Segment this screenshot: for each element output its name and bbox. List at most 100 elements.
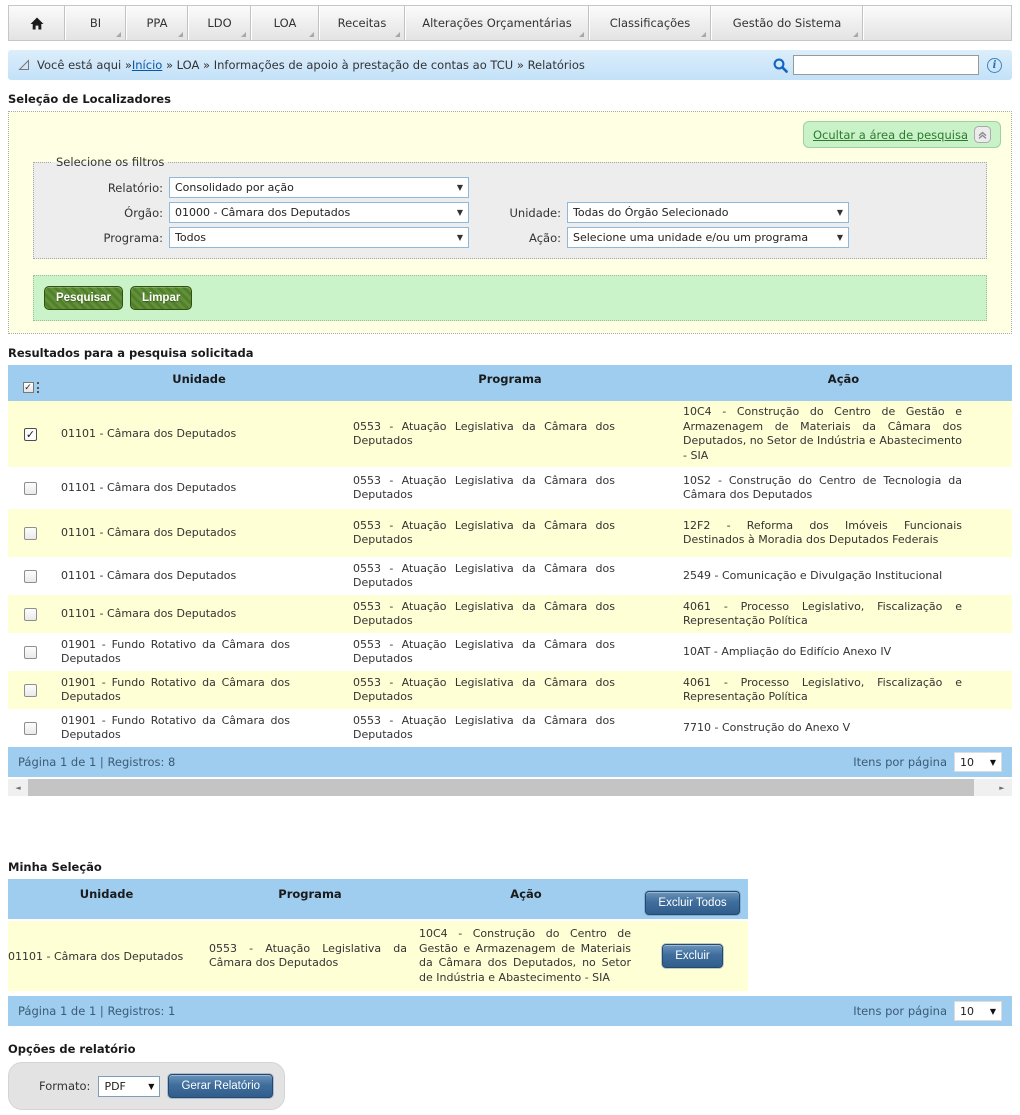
selection-column-unidade: Unidade bbox=[8, 879, 205, 919]
row-checkbox[interactable] bbox=[24, 646, 37, 659]
cell-programa: 0553 - Atuação Legislativa da Câmara dos… bbox=[345, 633, 675, 671]
row-checkbox[interactable] bbox=[24, 608, 37, 621]
selection-table-footer: Página 1 de 1 | Registros: 1 Itens por p… bbox=[8, 996, 1012, 1026]
cell-unidade: 01101 - Câmara dos Deputados bbox=[53, 401, 345, 467]
results-table-header: ✓ Unidade Programa Ação bbox=[8, 365, 1012, 401]
chevron-down-icon: ▼ bbox=[457, 233, 463, 242]
delete-all-button[interactable]: Excluir Todos bbox=[645, 891, 739, 915]
unidade-label: Unidade: bbox=[475, 206, 561, 220]
nav-tab-bi[interactable]: BI bbox=[65, 6, 126, 40]
cell-programa: 0553 - Atuação Legislativa da Câmara dos… bbox=[345, 671, 675, 709]
chevron-down-icon: ▼ bbox=[148, 1082, 154, 1091]
dropdown-corner-icon bbox=[853, 32, 858, 37]
cell-programa: 0553 - Atuação Legislativa da Câmara dos… bbox=[345, 595, 675, 633]
dropdown-corner-icon bbox=[701, 32, 706, 37]
nav-tab-label: Gestão do Sistema bbox=[733, 16, 842, 30]
results-table-footer: Página 1 de 1 | Registros: 8 Itens por p… bbox=[8, 747, 1012, 777]
dropdown-corner-icon bbox=[241, 32, 246, 37]
cell-acao: 7710 - Construção do Anexo V bbox=[675, 709, 1012, 747]
cell-acao: 4061 - Processo Legislativo, Fiscalizaçã… bbox=[675, 595, 1012, 633]
search-button[interactable]: Pesquisar bbox=[44, 286, 123, 310]
nav-tab-gestao-do-sistema[interactable]: Gestão do Sistema bbox=[711, 6, 863, 40]
nav-tab-label: BI bbox=[90, 16, 101, 30]
column-header-programa: Programa bbox=[345, 365, 675, 401]
breadcrumb-prefix: Você está aqui » bbox=[37, 58, 132, 72]
nav-tab-loa[interactable]: LOA bbox=[251, 6, 319, 40]
cell-programa: 0553 - Atuação Legislativa da Câmara dos… bbox=[345, 467, 675, 509]
generate-report-button[interactable]: Gerar Relatório bbox=[168, 1074, 273, 1098]
scroll-left-button[interactable]: ◄ bbox=[8, 779, 28, 796]
row-checkbox[interactable] bbox=[24, 570, 37, 583]
breadcrumb-text: Você está aqui »Início » LOA » Informaçõ… bbox=[37, 58, 585, 72]
format-label: Formato: bbox=[39, 1079, 90, 1093]
nav-tab-label: Receitas bbox=[338, 16, 387, 30]
cell-unidade: 01101 - Câmara dos Deputados bbox=[53, 467, 345, 509]
row-checkbox[interactable]: ✓ bbox=[24, 428, 37, 441]
scroll-right-button[interactable]: ► bbox=[992, 779, 1012, 796]
filters-fieldset: Selecione os filtros Relatório: Consolid… bbox=[33, 155, 987, 259]
table-row: 01901 - Fundo Rotativo da Câmara dos Dep… bbox=[8, 633, 1012, 671]
items-per-page-select[interactable]: 10▼ bbox=[954, 752, 1002, 772]
chevron-up-circle-icon bbox=[974, 126, 991, 143]
scrollbar-thumb[interactable] bbox=[28, 779, 974, 796]
acao-select[interactable]: Selecione uma unidade e/ou um programa▼ bbox=[567, 227, 849, 248]
nav-tab-classificacoes[interactable]: Classificações bbox=[589, 6, 711, 40]
hide-search-area-link[interactable]: Ocultar a área de pesquisa bbox=[813, 128, 968, 142]
results-table: ✓ Unidade Programa Ação ✓ 01101 - Câmara… bbox=[8, 365, 1012, 777]
clear-button[interactable]: Limpar bbox=[130, 286, 192, 310]
filters-grid: Relatório: Consolidado por ação▼ Órgão: … bbox=[46, 177, 974, 248]
hide-search-area-button[interactable]: Ocultar a área de pesquisa bbox=[803, 121, 1001, 148]
quick-search-input[interactable] bbox=[793, 55, 979, 75]
chevron-down-icon: ▼ bbox=[990, 1007, 996, 1016]
selection-items-per-page-select[interactable]: 10▼ bbox=[954, 1001, 1002, 1021]
dropdown-corner-icon bbox=[309, 32, 314, 37]
nav-tab-receitas[interactable]: Receitas bbox=[319, 6, 405, 40]
table-row: 01901 - Fundo Rotativo da Câmara dos Dep… bbox=[8, 671, 1012, 709]
cell-programa: 0553 - Atuação Legislativa da Câmara dos… bbox=[345, 709, 675, 747]
format-select[interactable]: PDF▼ bbox=[98, 1076, 160, 1097]
acao-label: Ação: bbox=[475, 231, 561, 245]
report-options-box: Formato: PDF▼ Gerar Relatório bbox=[8, 1062, 285, 1110]
dropdown-corner-icon bbox=[178, 32, 183, 37]
programa-select[interactable]: Todos▼ bbox=[169, 227, 469, 248]
items-per-page-label: Itens por página bbox=[853, 755, 947, 769]
selection-table: Unidade Programa Ação Excluir Todos 0110… bbox=[8, 879, 1012, 1026]
search-panel: Ocultar a área de pesquisa Selecione os … bbox=[8, 111, 1012, 334]
cell-programa: 0553 - Atuação Legislativa da Câmara dos… bbox=[345, 509, 675, 557]
cell-acao: 10C4 - Construção do Centro de Gestão e … bbox=[415, 921, 637, 991]
select-all-icon[interactable]: ✓ bbox=[23, 374, 39, 401]
table-row: 01101 - Câmara dos Deputados 0553 - Atua… bbox=[8, 557, 1012, 595]
programa-label: Programa: bbox=[46, 231, 163, 245]
nav-tab-home[interactable] bbox=[9, 6, 65, 40]
orgao-select[interactable]: 01000 - Câmara dos Deputados▼ bbox=[169, 202, 469, 223]
selection-page-info: Página 1 de 1 | Registros: 1 bbox=[18, 1004, 175, 1018]
nav-tab-ldo[interactable]: LDO bbox=[188, 6, 251, 40]
dropdown-corner-icon bbox=[395, 32, 400, 37]
row-checkbox[interactable] bbox=[24, 684, 37, 697]
cell-acao: 10AT - Ampliação do Edifício Anexo IV bbox=[675, 633, 1012, 671]
row-checkbox[interactable] bbox=[24, 722, 37, 735]
info-icon[interactable]: i bbox=[987, 58, 1002, 73]
selection-column-acao: Ação bbox=[415, 879, 637, 919]
table-row: 01101 - Câmara dos Deputados 0553 - Atua… bbox=[8, 595, 1012, 633]
orgao-label: Órgão: bbox=[46, 206, 163, 220]
nav-tab-alteracoes-orcamentarias[interactable]: Alterações Orçamentárias bbox=[405, 6, 589, 40]
table-row: ✓ 01101 - Câmara dos Deputados 0553 - At… bbox=[8, 401, 1012, 467]
row-checkbox[interactable] bbox=[24, 482, 37, 495]
delete-button[interactable]: Excluir bbox=[662, 944, 723, 968]
chevron-down-icon: ▼ bbox=[457, 208, 463, 217]
search-icon[interactable] bbox=[772, 57, 789, 74]
relatorio-select[interactable]: Consolidado por ação▼ bbox=[169, 177, 469, 198]
unidade-select[interactable]: Todas do Órgão Selecionado▼ bbox=[567, 202, 849, 223]
horizontal-scrollbar: ◄ ► bbox=[8, 779, 1012, 796]
results-page-info: Página 1 de 1 | Registros: 8 bbox=[18, 755, 175, 769]
results-table-body: ✓ 01101 - Câmara dos Deputados 0553 - At… bbox=[8, 401, 1012, 747]
breadcrumb-home-link[interactable]: Início bbox=[132, 58, 162, 72]
chevron-down-icon: ▼ bbox=[837, 233, 843, 242]
row-checkbox[interactable] bbox=[24, 527, 37, 540]
cell-unidade: 01901 - Fundo Rotativo da Câmara dos Dep… bbox=[53, 633, 345, 671]
table-row: 01901 - Fundo Rotativo da Câmara dos Dep… bbox=[8, 709, 1012, 747]
cell-unidade: 01101 - Câmara dos Deputados bbox=[53, 509, 345, 557]
nav-tab-ppa[interactable]: PPA bbox=[126, 6, 188, 40]
report-options-title: Opções de relatório bbox=[8, 1042, 1012, 1056]
